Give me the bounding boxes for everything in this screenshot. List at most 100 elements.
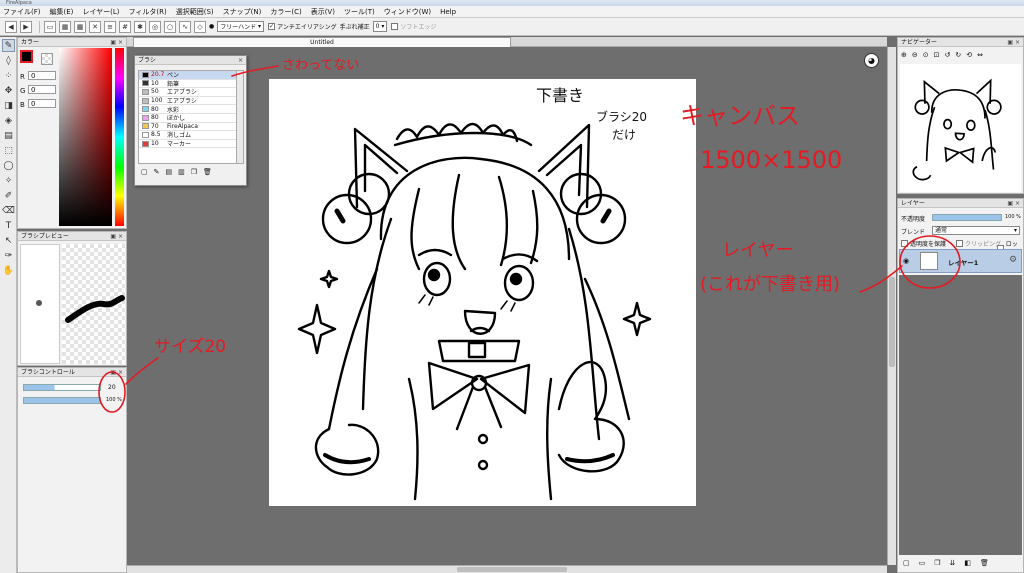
- brush-item[interactable]: 100 エアブラシ: [139, 96, 237, 106]
- snap-off-icon[interactable]: ✕: [89, 20, 101, 33]
- new-layer-icon[interactable]: ▢: [903, 559, 910, 567]
- menu-color[interactable]: カラー(C): [270, 7, 301, 17]
- new-brush-icon[interactable]: ▢: [141, 168, 148, 176]
- edit-brush-icon[interactable]: ✎: [154, 168, 160, 176]
- protect-alpha-checkbox[interactable]: [901, 240, 908, 247]
- softedge-toggle[interactable]: ソフトエッジ: [391, 22, 436, 31]
- g-input[interactable]: 0: [28, 85, 56, 94]
- stabilizer-select[interactable]: 0 ▾: [372, 21, 388, 32]
- antialias-toggle[interactable]: ✓ アンチエイリアシング: [268, 22, 337, 31]
- b-input[interactable]: 0: [28, 99, 56, 108]
- zoom-out-icon[interactable]: ⊖: [912, 51, 918, 59]
- new-folder-icon[interactable]: ▭: [919, 559, 926, 567]
- snap-radial-icon[interactable]: ◎: [149, 20, 161, 33]
- flip-icon[interactable]: ⇔: [977, 51, 983, 59]
- rotate-left-icon[interactable]: ↺: [945, 51, 951, 59]
- r-input[interactable]: 0: [28, 71, 56, 80]
- hue-slider[interactable]: [115, 48, 124, 226]
- menu-layer[interactable]: レイヤー(L): [82, 7, 119, 17]
- brush-list-scrollbar[interactable]: [236, 70, 244, 164]
- snap-circle-icon[interactable]: ○: [164, 20, 176, 33]
- select-tool-icon[interactable]: ⬚: [2, 144, 15, 157]
- select-eraser-tool-icon[interactable]: ⌫: [2, 204, 15, 217]
- brush-item[interactable]: 80 ぼかし: [139, 113, 237, 123]
- brush-opacity-slider[interactable]: [23, 397, 101, 404]
- panel-close-icon[interactable]: ▣ ×: [1007, 199, 1020, 208]
- delete-layer-icon[interactable]: 🗑: [980, 559, 989, 567]
- panel-close-icon[interactable]: ▣ ×: [110, 38, 123, 47]
- grid-icon[interactable]: ▦: [59, 20, 71, 33]
- menu-edit[interactable]: 編集(E): [50, 7, 74, 17]
- zoom-fit-icon[interactable]: ⊙: [923, 51, 929, 59]
- layer-row[interactable]: ◉ レイヤー1 ⚙: [899, 249, 1022, 273]
- vertical-scrollbar[interactable]: [887, 47, 896, 565]
- brush-size-value[interactable]: 20: [108, 384, 116, 391]
- rotate-reset-icon[interactable]: ⟲: [966, 51, 972, 59]
- zoom-in-icon[interactable]: ⊕: [901, 51, 907, 59]
- antialias-checkbox[interactable]: ✓: [268, 23, 276, 30]
- saturation-value-picker[interactable]: [59, 48, 112, 226]
- fill-tool-icon[interactable]: ◨: [2, 99, 15, 112]
- vertical-scroll-thumb[interactable]: [889, 277, 895, 367]
- snap-cross-icon[interactable]: #: [119, 20, 131, 33]
- brush-item[interactable]: 20.7 ペン: [139, 71, 237, 80]
- menu-view[interactable]: 表示(V): [311, 7, 335, 17]
- panel-close-icon[interactable]: ▣ ×: [110, 232, 123, 241]
- operation-tool-icon[interactable]: ↖: [2, 234, 15, 247]
- grid-alt-icon[interactable]: ▦: [74, 20, 86, 33]
- menu-snap[interactable]: スナップ(N): [223, 7, 262, 17]
- bucket-tool-icon[interactable]: ◈: [2, 114, 15, 127]
- eyedropper-tool-icon[interactable]: ✑: [2, 249, 15, 262]
- navigator-thumbnail[interactable]: [900, 64, 1021, 192]
- layer-opacity-value[interactable]: 100 %: [1005, 214, 1021, 220]
- horizontal-scrollbar[interactable]: [127, 565, 887, 573]
- brush-item[interactable]: 80 水彩: [139, 105, 237, 114]
- menu-file[interactable]: ファイル(F): [3, 7, 41, 17]
- protect-alpha-toggle[interactable]: 透明度を保護: [901, 239, 946, 248]
- snap-parallel-icon[interactable]: ≡: [104, 20, 116, 33]
- primary-color-swatch[interactable]: [20, 50, 33, 63]
- snap-vanish-icon[interactable]: ✱: [134, 20, 146, 33]
- zoom-actual-icon[interactable]: ⊡: [934, 51, 940, 59]
- clipping-toggle[interactable]: クリッピング: [956, 239, 1001, 248]
- brush-tool-icon[interactable]: ✎: [2, 39, 15, 52]
- lasso-tool-icon[interactable]: ◯: [2, 159, 15, 172]
- snap-curve-icon[interactable]: ∿: [179, 20, 191, 33]
- snap-3d-icon[interactable]: ◇: [194, 20, 206, 33]
- softedge-checkbox[interactable]: [391, 23, 399, 30]
- blend-select[interactable]: 通常 ▾: [932, 226, 1020, 235]
- panel-close-icon[interactable]: ▣ ×: [110, 368, 123, 377]
- menu-select[interactable]: 選択範囲(S): [176, 7, 214, 17]
- hand-tool-icon[interactable]: ✋: [2, 264, 15, 277]
- horizontal-scroll-thumb[interactable]: [457, 567, 567, 572]
- select-pen-tool-icon[interactable]: ✐: [2, 189, 15, 202]
- import-brush-icon[interactable]: ▤: [166, 168, 173, 176]
- duplicate-layer-icon[interactable]: ❐: [934, 559, 940, 567]
- brush-item[interactable]: 10 マーカー: [139, 139, 237, 149]
- brush-mode-select[interactable]: フリーハンド ▾: [217, 21, 265, 32]
- undo-icon[interactable]: ◀: [5, 20, 17, 33]
- clipping-checkbox[interactable]: [956, 240, 963, 247]
- merge-layer-icon[interactable]: ⇊: [950, 559, 956, 567]
- rotate-right-icon[interactable]: ↻: [955, 51, 961, 59]
- gradient-tool-icon[interactable]: ▤: [2, 129, 15, 142]
- drawing-canvas[interactable]: [269, 79, 696, 506]
- move-tool-icon[interactable]: ✥: [2, 84, 15, 97]
- gear-icon[interactable]: ⚙: [1009, 255, 1017, 265]
- redo-icon[interactable]: ▶: [20, 20, 32, 33]
- brush-opacity-value[interactable]: 100 %: [106, 397, 122, 403]
- layer-opacity-slider[interactable]: [932, 214, 1002, 221]
- panel-close-icon[interactable]: ▣ ×: [1007, 38, 1020, 47]
- panel-close-icon[interactable]: ×: [238, 56, 243, 65]
- dot-tool-icon[interactable]: ⁘: [2, 69, 15, 82]
- copy-brush-icon[interactable]: ❐: [191, 168, 197, 176]
- menu-tool[interactable]: ツール(T): [344, 7, 375, 17]
- text-tool-icon[interactable]: T: [2, 219, 15, 232]
- eye-icon[interactable]: ◉: [903, 257, 909, 265]
- menu-filter[interactable]: フィルタ(R): [129, 7, 167, 17]
- brush-size-slider[interactable]: [23, 384, 101, 391]
- layer-mask-icon[interactable]: ◧: [964, 559, 971, 567]
- menu-window[interactable]: ウィンドウ(W): [384, 7, 431, 17]
- eraser-tool-icon[interactable]: ◊: [2, 54, 15, 67]
- menu-help[interactable]: Help: [440, 8, 456, 16]
